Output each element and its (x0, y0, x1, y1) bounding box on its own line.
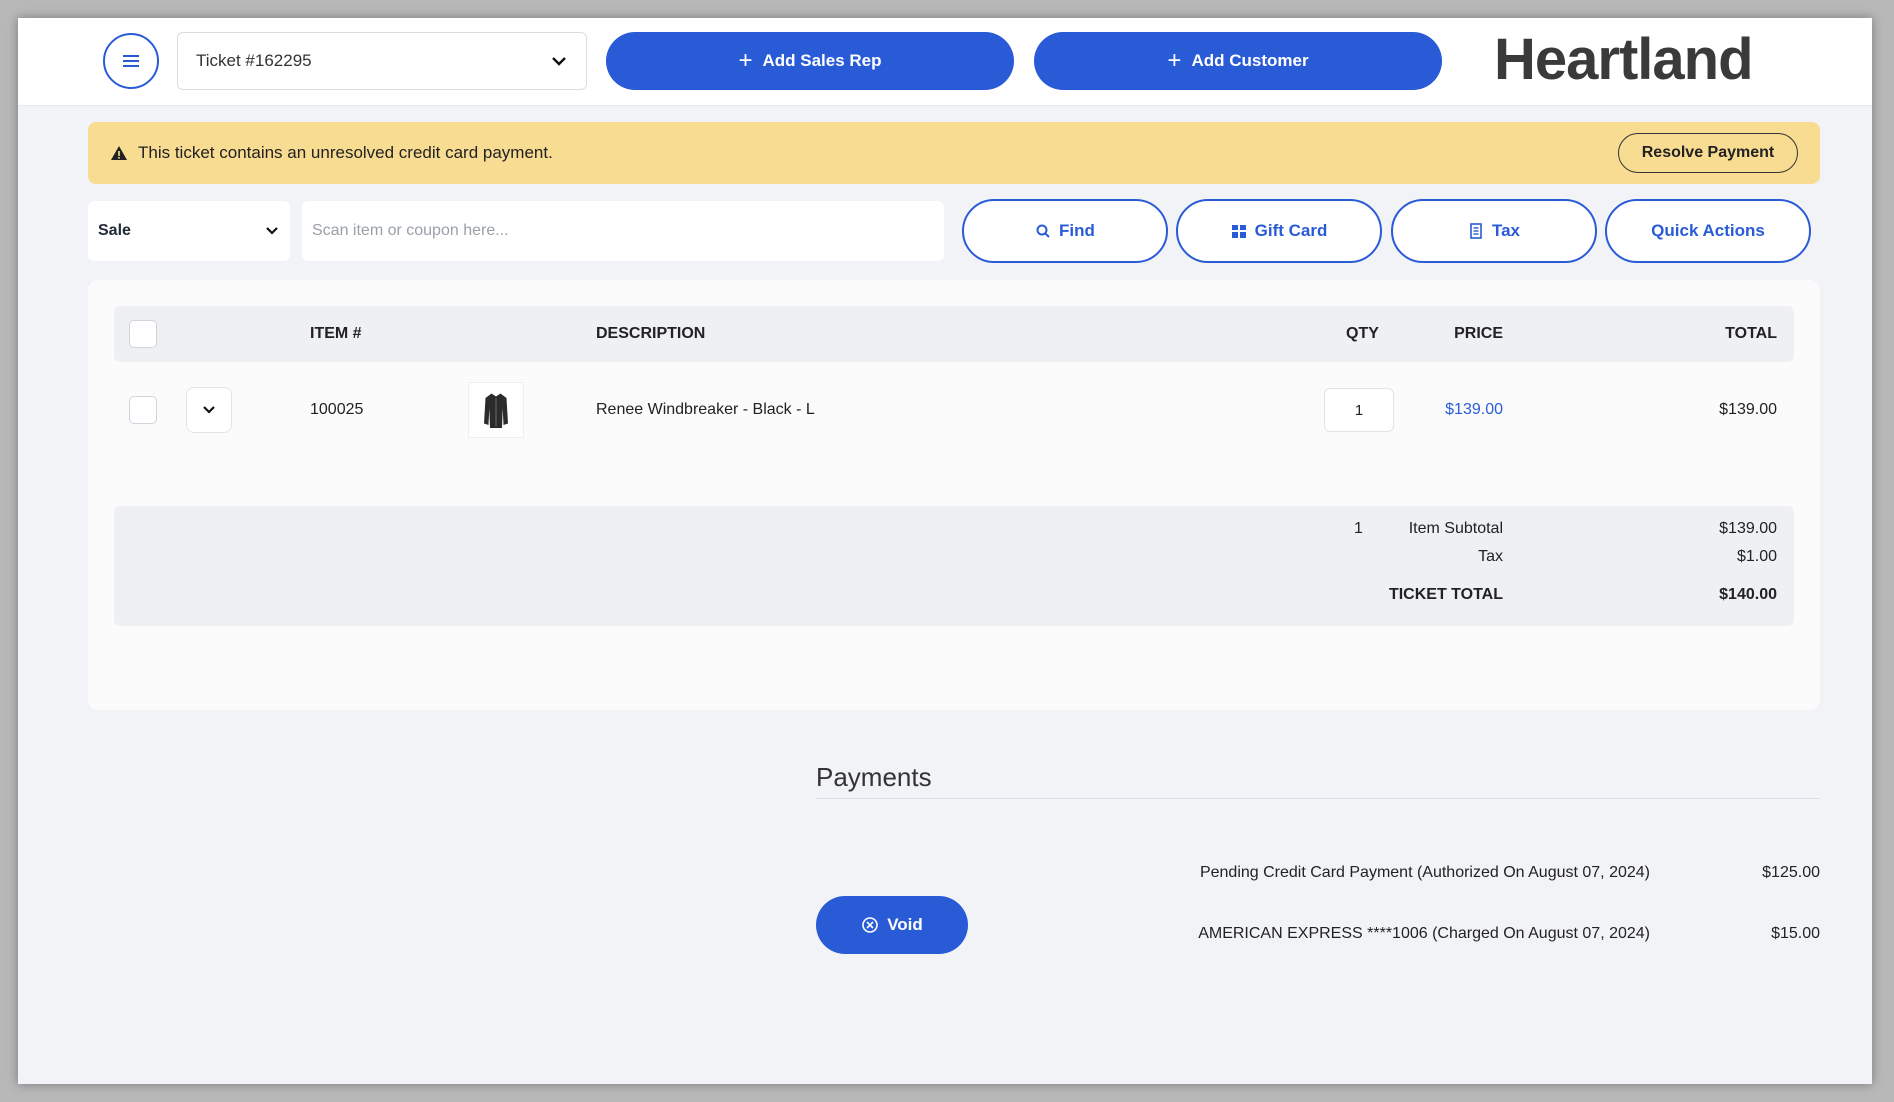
payment-line-amount: $125.00 (1762, 864, 1820, 881)
tax-label: Tax (1478, 548, 1503, 565)
row-description: Renee Windbreaker - Black - L (596, 401, 815, 418)
select-all-checkbox[interactable] (129, 320, 157, 348)
ticket-select[interactable]: Ticket #162295 (177, 32, 587, 90)
transaction-mode-select[interactable]: Sale (88, 201, 290, 261)
void-circle-icon (862, 917, 879, 933)
table-header: ITEM # DESCRIPTION PRICE QTY TOTAL (114, 306, 1794, 362)
row-total: $139.00 (1719, 401, 1777, 418)
scan-item-input[interactable] (302, 201, 944, 261)
ticket-total-label: TICKET TOTAL (1388, 586, 1503, 603)
chevron-down-icon (266, 227, 278, 235)
table-row: 100025 Renee Windbreaker - Black - L $13… (114, 368, 1794, 452)
gift-card-label: Gift Card (1254, 221, 1328, 240)
ticket-summary: Item Subtotal 1 $139.00 Tax $1.00 TICKET… (114, 506, 1794, 626)
row-price[interactable]: $139.00 (1445, 401, 1503, 419)
find-button[interactable]: Find (962, 199, 1168, 263)
unresolved-payment-alert: This ticket contains an unresolved credi… (88, 122, 1820, 184)
plus-icon: + (1167, 47, 1182, 74)
jacket-icon (484, 393, 508, 428)
quick-actions-label: Quick Actions (1651, 221, 1765, 240)
item-subtotal-label: Item Subtotal (1408, 520, 1503, 537)
header-qty: QTY (1346, 325, 1379, 342)
item-subtotal-value: $139.00 (1719, 520, 1777, 537)
header-item: ITEM # (310, 325, 362, 342)
void-button[interactable]: Void (816, 896, 968, 954)
row-item-number: 100025 (310, 401, 364, 418)
payment-line-description: AMERICAN EXPRESS ****1006 (Charged On Au… (1198, 925, 1650, 942)
item-subtotal-qty: 1 (1354, 520, 1363, 537)
hamburger-icon (123, 55, 139, 67)
heartland-logo: Heartland (1494, 27, 1754, 92)
tax-label: Tax (1491, 221, 1521, 240)
header-description: DESCRIPTION (596, 325, 706, 342)
payment-line-amount: $15.00 (1771, 925, 1820, 942)
payments-divider (816, 798, 1820, 799)
gift-card-button[interactable]: Gift Card (1176, 199, 1382, 263)
ticket-total-value: $140.00 (1719, 586, 1777, 603)
void-label: Void (887, 915, 923, 934)
chevron-down-icon (552, 57, 566, 66)
chevron-down-icon (203, 406, 215, 414)
tax-value: $1.00 (1736, 548, 1777, 565)
tax-button[interactable]: Tax (1391, 199, 1597, 263)
product-thumbnail (468, 382, 524, 438)
search-icon (1036, 224, 1050, 238)
alert-message: This ticket contains an unresolved credi… (138, 143, 553, 162)
gift-card-icon (1231, 225, 1246, 238)
header-total: TOTAL (1725, 325, 1777, 342)
header-price: PRICE (1454, 325, 1503, 342)
row-checkbox[interactable] (129, 396, 157, 424)
plus-icon: + (738, 47, 753, 74)
menu-button[interactable] (103, 33, 159, 89)
quick-actions-button[interactable]: Quick Actions (1605, 199, 1811, 263)
ticket-label: Ticket #162295 (196, 51, 312, 70)
add-sales-rep-button[interactable]: + Add Sales Rep (606, 32, 1014, 90)
ticket-items-card: ITEM # DESCRIPTION PRICE QTY TOTAL 10002… (88, 280, 1820, 710)
payment-line-description: Pending Credit Card Payment (Authorized … (1199, 864, 1650, 881)
mode-label: Sale (98, 222, 131, 239)
add-sales-rep-label: Add Sales Rep (762, 51, 882, 70)
warning-icon (111, 146, 127, 160)
add-customer-button[interactable]: + Add Customer (1034, 32, 1442, 90)
payments-title: Payments (816, 762, 932, 792)
find-label: Find (1059, 221, 1095, 240)
row-qty-input[interactable]: 1 (1324, 388, 1394, 432)
row-expand-button[interactable] (186, 387, 232, 433)
top-bar: Ticket #162295 + Add Sales Rep + Add Cus… (18, 18, 1872, 106)
receipt-icon (1470, 223, 1482, 239)
add-customer-label: Add Customer (1191, 51, 1309, 70)
app-window: Ticket #162295 + Add Sales Rep + Add Cus… (18, 18, 1872, 1084)
resolve-payment-button[interactable]: Resolve Payment (1618, 133, 1798, 173)
